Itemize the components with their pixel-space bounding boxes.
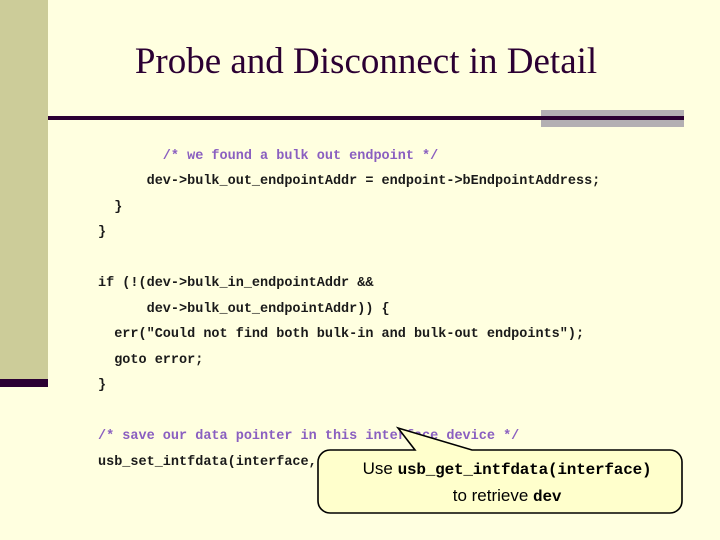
- callout-bubble: Use usb_get_intfdata(interface) to retri…: [300, 420, 700, 530]
- code-line: /* we found a bulk out endpoint */: [98, 148, 439, 164]
- code-line: }: [98, 199, 123, 215]
- left-accent-band-foot: [0, 379, 48, 387]
- callout-line2-prefix: to retrieve: [452, 486, 534, 505]
- code-line: }: [98, 378, 107, 393]
- title-divider-line: [48, 116, 684, 120]
- callout-text: Use usb_get_intfdata(interface) to retri…: [322, 456, 692, 510]
- code-line: }: [98, 225, 107, 240]
- callout-line1-code: usb_get_intfdata(interface): [397, 461, 652, 479]
- code-line: dev->bulk_out_endpointAddr)) {: [98, 301, 390, 317]
- page-title: Probe and Disconnect in Detail: [134, 41, 598, 82]
- code-line: if (!(dev->bulk_in_endpointAddr &&: [98, 276, 374, 291]
- callout-line-2: to retrieve dev: [322, 483, 692, 510]
- code-line: dev->bulk_out_endpointAddr = endpoint->b…: [98, 174, 601, 189]
- slide-canvas: Probe and Disconnect in Detail /* we fou…: [0, 0, 720, 540]
- callout-line-1: Use usb_get_intfdata(interface): [322, 456, 692, 483]
- callout-line1-prefix: Use: [362, 459, 398, 478]
- left-accent-band: [0, 0, 48, 379]
- callout-line2-code: dev: [533, 488, 562, 506]
- code-line: err("Could not find both bulk-in and bul…: [98, 327, 585, 342]
- code-line: goto error;: [98, 352, 204, 368]
